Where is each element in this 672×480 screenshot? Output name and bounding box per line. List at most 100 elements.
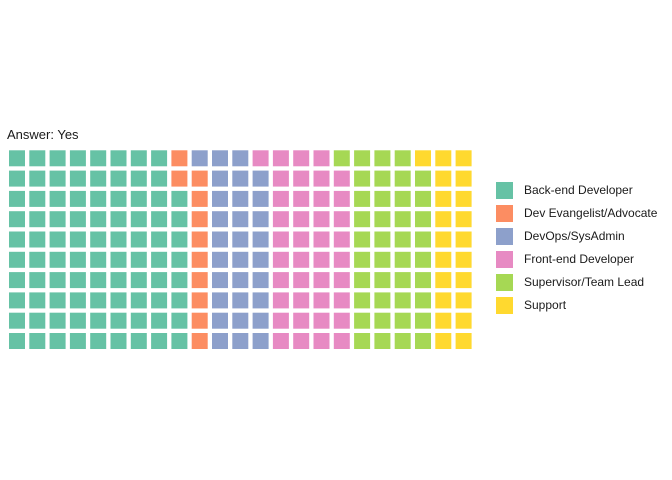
- waffle-cell: [29, 170, 46, 187]
- waffle-cell: [455, 190, 472, 207]
- waffle-cell: [333, 251, 350, 268]
- waffle-cell: [9, 272, 25, 289]
- legend-key: [496, 228, 513, 245]
- legend-key: [496, 251, 513, 268]
- waffle-cell: [191, 231, 208, 248]
- waffle-cell: [455, 312, 472, 329]
- waffle-cell: [29, 312, 46, 329]
- waffle-cell: [394, 312, 411, 329]
- waffle-cell: [455, 150, 472, 167]
- waffle-cell: [435, 292, 452, 309]
- legend-label: DevOps/SysAdmin: [524, 229, 625, 243]
- waffle-cell: [313, 211, 330, 228]
- waffle-cell: [455, 272, 472, 289]
- waffle-cell: [272, 170, 289, 187]
- waffle-cell: [394, 333, 411, 349]
- waffle-cell: [90, 170, 107, 187]
- waffle-cell: [171, 231, 188, 248]
- waffle-cell: [293, 190, 310, 207]
- waffle-cell: [313, 292, 330, 309]
- waffle-cell: [272, 292, 289, 309]
- waffle-cell: [171, 211, 188, 228]
- waffle-cell: [49, 251, 66, 268]
- waffle-cell: [171, 251, 188, 268]
- waffle-cell: [374, 292, 391, 309]
- waffle-cell: [232, 150, 249, 167]
- legend-label: Supervisor/Team Lead: [524, 275, 645, 289]
- waffle-cell: [455, 333, 472, 349]
- waffle-cell: [151, 170, 168, 187]
- waffle-cell: [272, 150, 289, 167]
- waffle-cell: [293, 150, 310, 167]
- waffle-cell: [90, 333, 107, 349]
- waffle-cell: [354, 251, 371, 268]
- waffle-cell: [374, 211, 391, 228]
- legend-label: Front-end Developer: [524, 252, 635, 266]
- waffle-cell: [455, 251, 472, 268]
- waffle-cell: [9, 170, 25, 187]
- waffle-cell: [49, 211, 66, 228]
- waffle-cell: [130, 251, 147, 268]
- waffle-cell: [354, 333, 371, 349]
- waffle-cell: [293, 333, 310, 349]
- waffle-cell: [333, 170, 350, 187]
- waffle-cell: [130, 170, 147, 187]
- waffle-cell: [252, 170, 269, 187]
- waffle-cell: [130, 333, 147, 349]
- waffle-cell: [49, 231, 66, 248]
- waffle-cell: [29, 231, 46, 248]
- waffle-cell: [110, 251, 127, 268]
- waffle-cell: [252, 251, 269, 268]
- waffle-cell: [435, 251, 452, 268]
- waffle-cell: [293, 292, 310, 309]
- waffle-cell: [333, 190, 350, 207]
- waffle-cell: [232, 292, 249, 309]
- waffle-cell: [29, 333, 46, 349]
- waffle-cell: [333, 150, 350, 167]
- legend-label: Dev Evangelist/Advocate: [524, 206, 658, 220]
- waffle-cell: [110, 333, 127, 349]
- waffle-cell: [29, 190, 46, 207]
- waffle-cell: [212, 190, 228, 207]
- waffle-cell: [354, 190, 371, 207]
- waffle-cell: [90, 211, 107, 228]
- waffle-cell: [130, 272, 147, 289]
- waffle-cell: [252, 211, 269, 228]
- waffle-cell: [212, 312, 228, 329]
- waffle-cell: [49, 190, 66, 207]
- waffle-cell: [435, 170, 452, 187]
- waffle-cell: [110, 190, 127, 207]
- waffle-cell: [29, 292, 46, 309]
- waffle-cell: [69, 150, 86, 167]
- waffle-cell: [191, 150, 208, 167]
- waffle-cell: [49, 272, 66, 289]
- waffle-cell: [69, 272, 86, 289]
- waffle-cell: [394, 150, 411, 167]
- waffle-cell: [313, 150, 330, 167]
- waffle-cell: [191, 170, 208, 187]
- waffle-cell: [252, 312, 269, 329]
- waffle-cell: [313, 170, 330, 187]
- waffle-cell: [151, 292, 168, 309]
- waffle-cell: [90, 312, 107, 329]
- waffle-cell: [354, 211, 371, 228]
- waffle-cell: [69, 190, 86, 207]
- waffle-cell: [272, 333, 289, 349]
- waffle-cell: [232, 272, 249, 289]
- waffle-cell: [90, 292, 107, 309]
- waffle-cell: [374, 312, 391, 329]
- waffle-cell: [29, 211, 46, 228]
- waffle-cell: [151, 150, 168, 167]
- waffle-cell: [29, 272, 46, 289]
- waffle-cell: [212, 333, 228, 349]
- waffle-cell: [293, 170, 310, 187]
- waffle-cell: [130, 150, 147, 167]
- waffle-cell: [415, 231, 431, 248]
- waffle-cell: [191, 292, 208, 309]
- waffle-cell: [69, 333, 86, 349]
- waffle-cell: [171, 272, 188, 289]
- legend-label: Support: [524, 298, 567, 312]
- waffle-cell: [455, 231, 472, 248]
- waffle-cell: [29, 251, 46, 268]
- waffle-cell: [130, 211, 147, 228]
